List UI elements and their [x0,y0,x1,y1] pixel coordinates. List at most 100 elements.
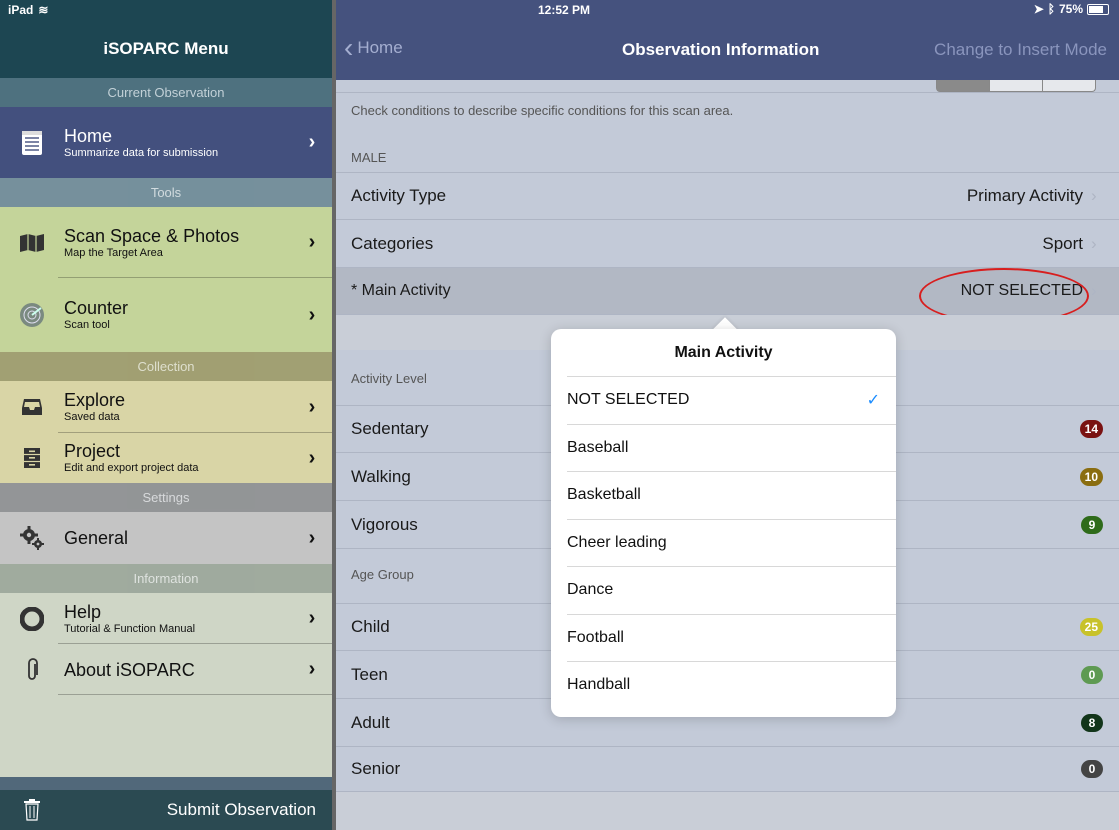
menu-item-title: Help [64,601,102,622]
count-badge: 25 [1079,618,1103,636]
trash-icon[interactable] [0,799,64,821]
paperclip-icon [0,657,64,682]
submit-observation-button[interactable]: Submit Observation [64,800,316,820]
option-dance[interactable]: Dance [567,566,896,614]
chevron-right-icon: › [308,526,316,549]
gears-icon [0,525,64,551]
chevron-right-icon: › [1091,186,1097,205]
count-badge: 0 [1081,760,1103,778]
option-label: Football [567,628,624,646]
menu-item-home[interactable]: Home Summarize data for submission › [0,107,332,178]
chevron-right-icon: › [1091,281,1097,300]
menu-item-title: Counter [64,298,129,318]
section-information: Information [0,564,332,593]
menu-item-subtitle: Saved data [64,411,120,423]
option-label: Cheer leading [567,533,667,551]
option-not-selected[interactable]: NOT SELECTED ✓ [567,376,896,424]
status-time: 12:52 PM [538,3,591,17]
sidebar-footer[interactable]: Submit Observation [0,790,332,830]
segment[interactable] [937,80,989,91]
checkmark-icon: ✓ [866,392,880,410]
menu-item-explore[interactable]: Explore Saved data › [0,381,332,433]
chevron-right-icon: › [308,131,316,153]
option-baseball[interactable]: Baseball [567,423,896,472]
option-label: NOT SELECTED [567,391,690,409]
menu-item-title: Explore [64,390,126,410]
option-label: Basketball [567,486,641,504]
section-settings: Settings [0,483,332,512]
wifi-icon: ≋ [38,3,49,17]
menu-item-title: Home [64,125,113,146]
menu-item-scan-space[interactable]: Scan Space & Photos Map the Target Area › [0,207,332,278]
count-badge: 14 [1079,420,1103,438]
location-arrow-icon: ➤ [1033,2,1044,16]
description-text: Check conditions to describe specific co… [351,103,734,118]
menu-item-general[interactable]: General › [0,512,332,564]
row-value: Sport [1042,233,1083,253]
section-current-observation: Current Observation [0,78,332,107]
menu-item-subtitle: Scan tool [64,319,110,331]
count-badge: 8 [1081,713,1103,732]
segment[interactable] [989,80,1042,91]
back-label: Home [357,38,403,57]
file-cabinet-icon [0,447,64,469]
menu-item-title: General [64,528,129,548]
sidebar-header: iSOPARC Menu [0,20,332,78]
option-label: Baseball [567,438,629,456]
popover-title: Main Activity [674,343,773,361]
segment[interactable] [1042,80,1095,91]
divider [336,92,1119,93]
row-label: Activity Type [351,186,447,205]
count-badge: 10 [1079,467,1103,486]
battery-percent: 75% [1058,2,1083,16]
activity-level-header: Activity Level [351,371,427,386]
menu-item-help[interactable]: Help Tutorial & Function Manual › [0,593,332,644]
menu-item-counter[interactable]: Counter Scan tool › [0,278,332,352]
menu-item-subtitle: Map the Target Area [64,246,163,259]
segmented-control[interactable] [936,80,1096,92]
menu-item-subtitle: Edit and export project data [64,462,199,474]
option-basketball[interactable]: Basketball [567,471,896,519]
chevron-right-icon: › [308,231,316,253]
divider [58,694,332,695]
notepad-icon [0,130,64,156]
count-badge: 9 [1081,515,1103,534]
section-tools: Tools [0,178,332,207]
count-badge: 0 [1081,665,1103,684]
sidebar-title: iSOPARC Menu [103,39,229,58]
inbox-tray-icon [0,398,64,416]
menu-item-project[interactable]: Project Edit and export project data › [0,433,332,483]
senior-row[interactable]: Senior 0 [336,747,1119,792]
menu-item-title: Scan Space & Photos [64,225,240,246]
nav-bar: ‹ Home Observation Information Change to… [336,20,1119,80]
row-label: Categories [351,233,434,253]
chevron-right-icon: › [308,395,316,418]
back-button[interactable]: ‹ Home [344,32,403,63]
option-handball[interactable]: Handball [567,661,896,709]
sidebar-empty-area [0,695,332,777]
row-label: * Main Activity [351,282,451,299]
menu-item-subtitle: Tutorial & Function Manual [64,622,196,635]
chevron-right-icon: › [308,446,316,469]
change-mode-button[interactable]: Change to Insert Mode [934,40,1107,60]
radar-icon [0,302,64,328]
nav-title: Observation Information [622,40,820,59]
chevron-left-icon: ‹ [344,32,354,63]
row-label: Senior [351,759,401,778]
section-collection: Collection [0,352,332,381]
device-label: iPad [8,3,34,17]
status-bar-left: iPad ≋ [0,0,332,20]
battery-icon [1087,3,1109,15]
chevron-right-icon: › [308,303,316,326]
categories-row[interactable]: Categories Sport › [336,220,1119,268]
row-value: Primary Activity [966,186,1083,205]
menu-item-subtitle: Summarize data for submission [64,146,219,159]
option-cheer-leading[interactable]: Cheer leading [567,518,896,567]
menu-item-about[interactable]: About iSOPARC › [0,644,332,695]
option-football[interactable]: Football [567,613,896,662]
activity-type-row[interactable]: Activity Type Primary Activity › [336,172,1119,220]
age-group-header: Age Group [351,567,414,582]
main-activity-popover: Main Activity NOT SELECTED ✓ Baseball Ba… [551,329,896,717]
lifebuoy-icon [0,606,64,631]
option-label: Handball [567,676,631,694]
